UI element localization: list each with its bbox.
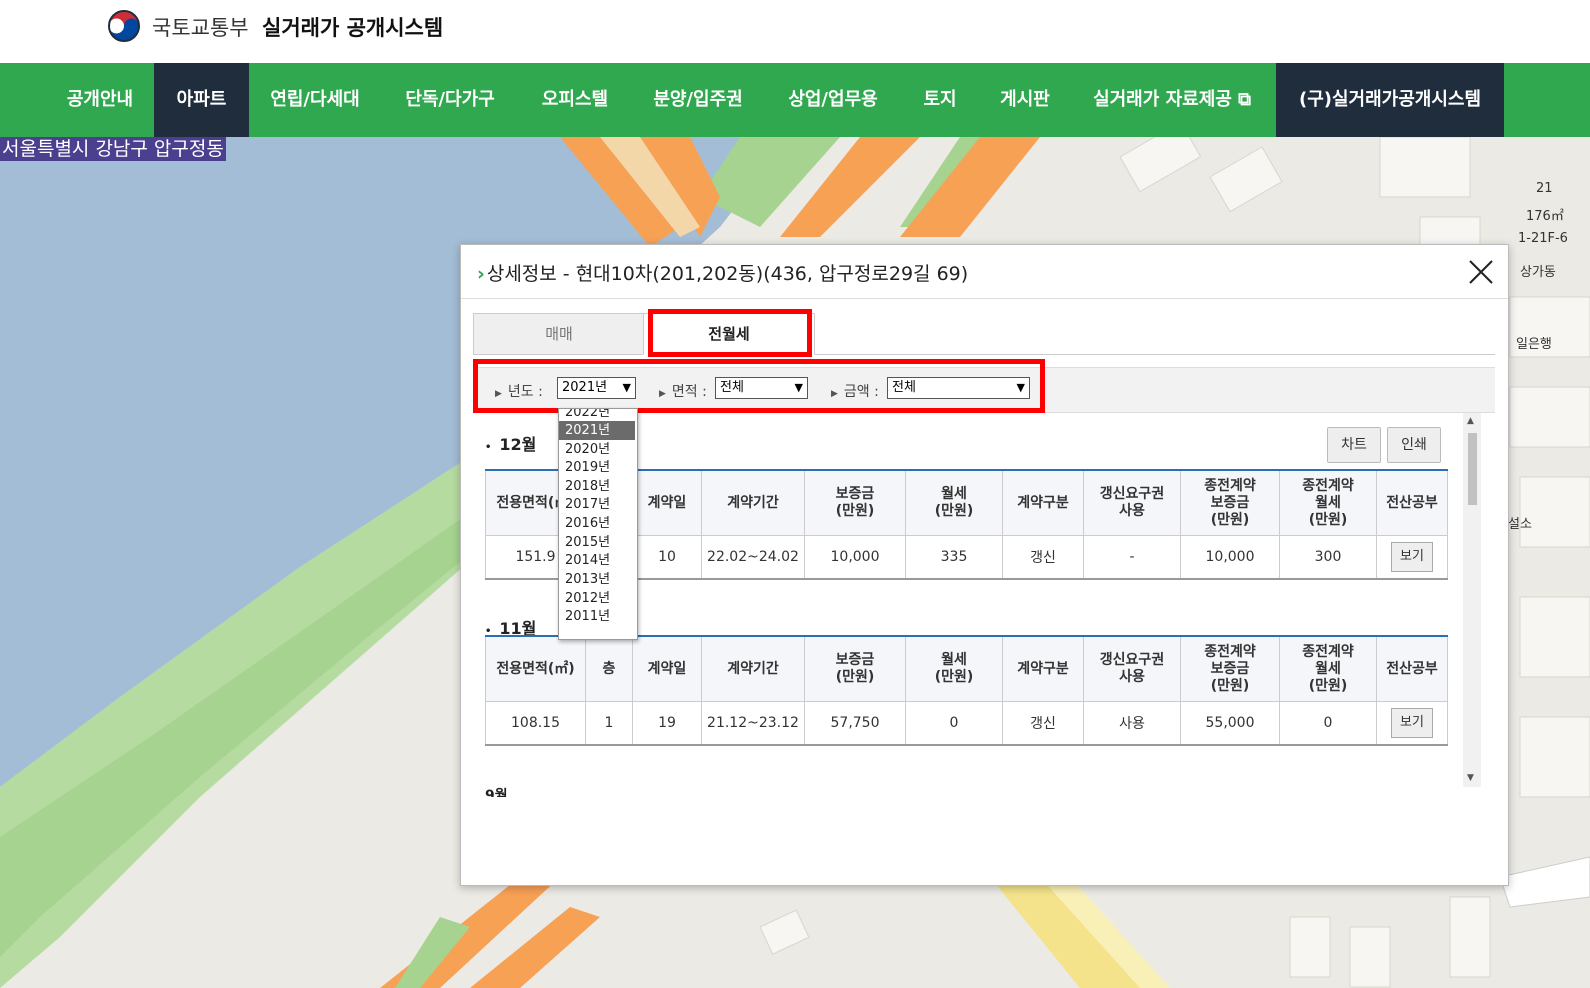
nav-item-board[interactable]: 게시판 xyxy=(990,63,1060,137)
highlight-box-tab xyxy=(648,309,812,357)
cell-rent: 0 xyxy=(905,701,1003,746)
nav-item-legacy-system[interactable]: (구)실거래가공개시스템 xyxy=(1276,63,1504,137)
cell-area: 108.15 xyxy=(485,701,586,746)
cell-renewal: - xyxy=(1083,535,1181,580)
cell-prev-rent: 0 xyxy=(1279,701,1377,746)
system-name[interactable]: 실거래가 공개시스템 xyxy=(262,12,443,42)
year-option-selected[interactable]: 2021년 xyxy=(559,421,635,440)
col-renewal: 갱신요구권 사용 xyxy=(1083,635,1181,702)
chart-button[interactable]: 차트 xyxy=(1327,427,1381,463)
year-option[interactable]: 2019년 xyxy=(559,458,635,477)
nav-item-presale[interactable]: 분양/입주권 xyxy=(642,63,754,137)
close-icon[interactable] xyxy=(1466,257,1496,287)
scrollbar[interactable]: ▲ ▼ xyxy=(1463,413,1481,787)
nav-item-officetel[interactable]: 오피스텔 xyxy=(530,63,620,137)
cell-deposit: 10,000 xyxy=(804,535,906,580)
month-heading-partial: 9월 xyxy=(485,788,508,797)
modal-tabs: 매매 전월세 xyxy=(473,313,1495,355)
col-deposit: 보증금 (만원) xyxy=(804,635,906,702)
col-rent: 월세 (만원) xyxy=(905,635,1003,702)
col-rent: 월세 (만원) xyxy=(905,469,1003,536)
cell-registry: 보기 xyxy=(1376,535,1448,580)
nav-item-row-house[interactable]: 연립/다세대 xyxy=(258,63,372,137)
tab-sale[interactable]: 매매 xyxy=(473,313,645,355)
nav-item-commercial[interactable]: 상업/업무용 xyxy=(777,63,889,137)
location-label: 서울특별시 강남구 압구정동 xyxy=(0,137,226,161)
col-day: 계약일 xyxy=(632,469,702,536)
cell-period: 22.02~24.02 xyxy=(701,535,805,580)
cell-prev-rent: 300 xyxy=(1279,535,1377,580)
highlight-box-filter xyxy=(473,359,1045,413)
year-option[interactable]: 2014년 xyxy=(559,551,635,570)
col-period: 계약기간 xyxy=(701,469,805,536)
print-button[interactable]: 인쇄 xyxy=(1387,427,1441,463)
ministry-name[interactable]: 국토교통부 xyxy=(152,12,249,42)
cell-type: 갱신 xyxy=(1002,701,1084,746)
nav-item-apartment[interactable]: 아파트 xyxy=(154,63,249,137)
modal-title: › 상세정보 - 현대10차(201,202동)(436, 압구정로29길 69) xyxy=(477,259,968,286)
cell-deposit: 57,750 xyxy=(804,701,906,746)
title-arrow-icon: › xyxy=(477,263,485,285)
deal-table-november: 전용면적(㎡) 층 계약일 계약기간 보증금 (만원) 월세 (만원) 계약구분… xyxy=(485,635,1448,746)
col-registry: 전산공부 xyxy=(1376,469,1448,536)
year-option[interactable]: 2011년 xyxy=(559,607,635,626)
nav-item-data-provision[interactable]: 실거래가 자료제공 ⧉ xyxy=(1084,63,1260,137)
col-day: 계약일 xyxy=(632,635,702,702)
col-area: 전용면적(㎡) xyxy=(485,635,586,702)
col-type: 계약구분 xyxy=(1002,469,1084,536)
nav-item-guide[interactable]: 공개안내 xyxy=(52,63,148,137)
cell-floor: 1 xyxy=(585,701,633,746)
scroll-up-icon[interactable]: ▲ xyxy=(1467,416,1474,426)
map-label-bank: 일은행 xyxy=(1516,337,1552,352)
year-option[interactable]: 2018년 xyxy=(559,477,635,496)
year-dropdown-list[interactable]: 2022년 2021년 2020년 2019년 2018년 2017년 2016… xyxy=(558,408,638,640)
col-deposit: 보증금 (만원) xyxy=(804,469,906,536)
cell-prev-deposit: 10,000 xyxy=(1180,535,1280,580)
map-label-lot: 21 xyxy=(1536,181,1553,196)
year-option[interactable]: 2012년 xyxy=(559,589,635,608)
view-button[interactable]: 보기 xyxy=(1391,708,1433,738)
col-prev-rent: 종전계약 월세 (만원) xyxy=(1279,469,1377,536)
nav-item-detached-house[interactable]: 단독/다가구 xyxy=(394,63,506,137)
col-prev-deposit: 종전계약 보증금 (만원) xyxy=(1180,469,1280,536)
year-option[interactable]: 2015년 xyxy=(559,533,635,552)
col-type: 계약구분 xyxy=(1002,635,1084,702)
year-option[interactable]: 2022년 xyxy=(559,409,635,422)
cell-period: 21.12~23.12 xyxy=(701,701,805,746)
year-option[interactable]: 2016년 xyxy=(559,514,635,533)
modal-header: › 상세정보 - 현대10차(201,202동)(436, 압구정로29길 69) xyxy=(461,245,1508,299)
scroll-down-icon[interactable]: ▼ xyxy=(1467,773,1474,783)
cell-day: 10 xyxy=(632,535,702,580)
year-option[interactable]: 2013년 xyxy=(559,570,635,589)
map-label-mall: 상가동 xyxy=(1520,265,1556,280)
main-nav: 공개안내 아파트 연립/다세대 단독/다가구 오피스텔 분양/입주권 상업/업무… xyxy=(0,63,1590,137)
cell-rent: 335 xyxy=(905,535,1003,580)
col-prev-rent: 종전계약 월세 (만원) xyxy=(1279,635,1377,702)
map-label-area: 176㎡ xyxy=(1526,209,1564,224)
scroll-thumb[interactable] xyxy=(1468,433,1477,505)
nav-item-land[interactable]: 토지 xyxy=(912,63,968,137)
col-period: 계약기간 xyxy=(701,635,805,702)
col-renewal: 갱신요구권 사용 xyxy=(1083,469,1181,536)
cell-day: 19 xyxy=(632,701,702,746)
cell-prev-deposit: 55,000 xyxy=(1180,701,1280,746)
map-label-office: 설소 xyxy=(1508,517,1532,532)
cell-type: 갱신 xyxy=(1002,535,1084,580)
cell-renewal: 사용 xyxy=(1083,701,1181,746)
government-logo-icon[interactable] xyxy=(106,8,142,44)
table-header-row: 전용면적(㎡) 층 계약일 계약기간 보증금 (만원) 월세 (만원) 계약구분… xyxy=(485,635,1448,702)
col-prev-deposit: 종전계약 보증금 (만원) xyxy=(1180,635,1280,702)
map-label-parcel: 1-21F-6 xyxy=(1518,231,1568,246)
month-heading: • 12월 xyxy=(485,435,537,454)
site-header: 국토교통부 실거래가 공개시스템 xyxy=(0,0,1590,63)
modal-title-text: 상세정보 - 현대10차(201,202동)(436, 압구정로29길 69) xyxy=(486,263,969,285)
cell-registry: 보기 xyxy=(1376,701,1448,746)
col-floor: 층 xyxy=(585,635,633,702)
view-button[interactable]: 보기 xyxy=(1391,542,1433,572)
year-option[interactable]: 2020년 xyxy=(559,440,635,459)
year-option[interactable]: 2017년 xyxy=(559,495,635,514)
table-row: 108.15 1 19 21.12~23.12 57,750 0 갱신 사용 5… xyxy=(485,701,1448,746)
col-registry: 전산공부 xyxy=(1376,635,1448,702)
